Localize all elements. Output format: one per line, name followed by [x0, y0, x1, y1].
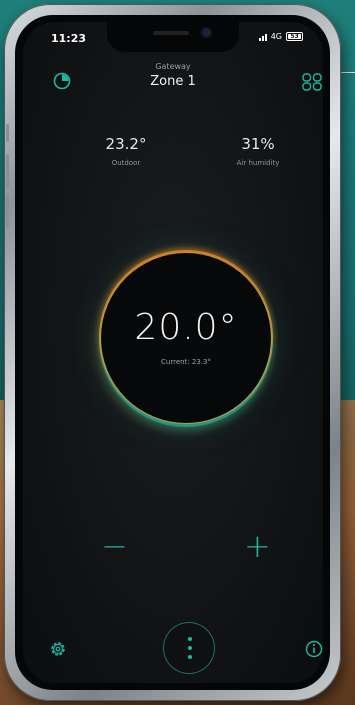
- network-label: 4G: [270, 32, 282, 41]
- outdoor-stat: 23.2° Outdoor: [91, 135, 161, 167]
- status-indicators: 4G 53: [258, 32, 303, 41]
- signal-icon: [258, 33, 267, 41]
- temperature-dial[interactable]: 20.0° Current: 23.3°: [101, 253, 271, 423]
- phone-frame: 11:23 4G 53 Gateway Zone 1 23.2° Outdoor…: [4, 4, 341, 701]
- side-button: [6, 124, 9, 142]
- side-button: [6, 194, 9, 228]
- side-button: [6, 154, 9, 188]
- more-menu-button[interactable]: [163, 622, 215, 674]
- clock-icon[interactable]: [53, 72, 71, 90]
- current-temperature: Current: 23.3°: [161, 358, 211, 366]
- app-screen: 11:23 4G 53 Gateway Zone 1 23.2° Outdoor…: [23, 22, 323, 683]
- more-vertical-icon: [188, 637, 192, 664]
- grid-icon[interactable]: [302, 73, 322, 91]
- settings-icon[interactable]: [49, 640, 67, 658]
- outdoor-temperature: 23.2°: [105, 135, 147, 153]
- decrease-temperature-button[interactable]: −: [101, 530, 128, 562]
- notch: [107, 22, 239, 52]
- humidity-stat: 31% Air humidity: [218, 135, 298, 167]
- callout-line: [341, 72, 355, 73]
- status-time: 11:23: [51, 32, 87, 45]
- battery-level: 53: [290, 33, 299, 40]
- info-icon[interactable]: [305, 640, 323, 658]
- increase-temperature-button[interactable]: +: [244, 530, 271, 562]
- outdoor-label: Outdoor: [111, 159, 141, 167]
- front-camera: [202, 28, 211, 37]
- humidity-value: 31%: [241, 135, 275, 153]
- gateway-label: Gateway: [155, 62, 191, 71]
- setpoint-temperature: 20.0°: [134, 307, 238, 348]
- battery-icon: 53: [286, 32, 303, 41]
- speaker: [153, 31, 189, 35]
- humidity-label: Air humidity: [236, 159, 280, 167]
